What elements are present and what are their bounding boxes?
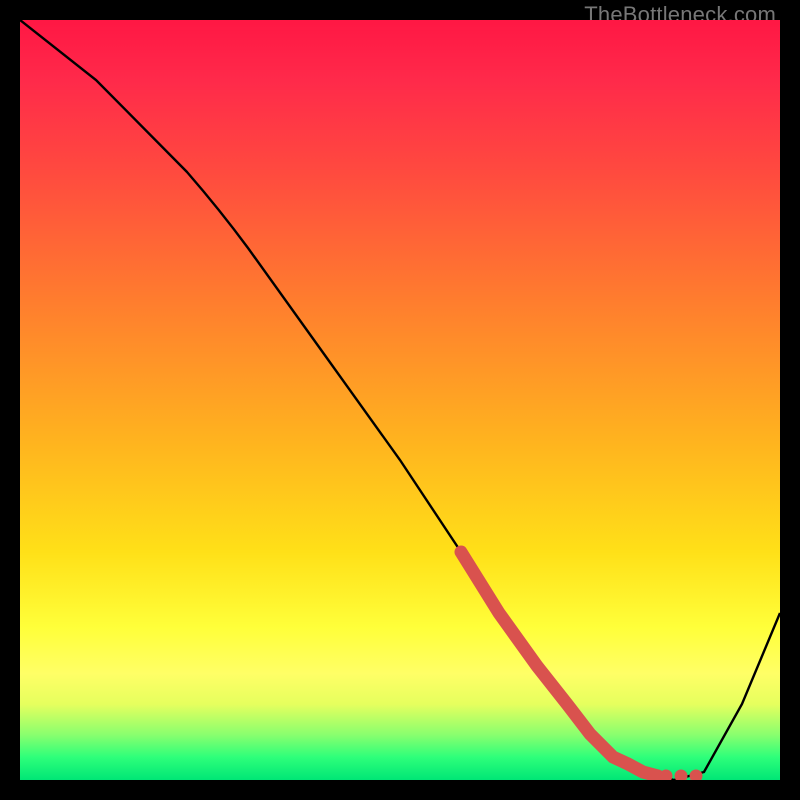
chart-frame: TheBottleneck.com: [0, 0, 800, 800]
plot-area: [20, 20, 780, 780]
curve-layer: [20, 20, 780, 780]
dotted-highlight: [461, 552, 658, 776]
trail-dot-3: [690, 770, 703, 781]
bottleneck-curve: [20, 20, 780, 780]
trail-dot-2: [675, 770, 688, 781]
